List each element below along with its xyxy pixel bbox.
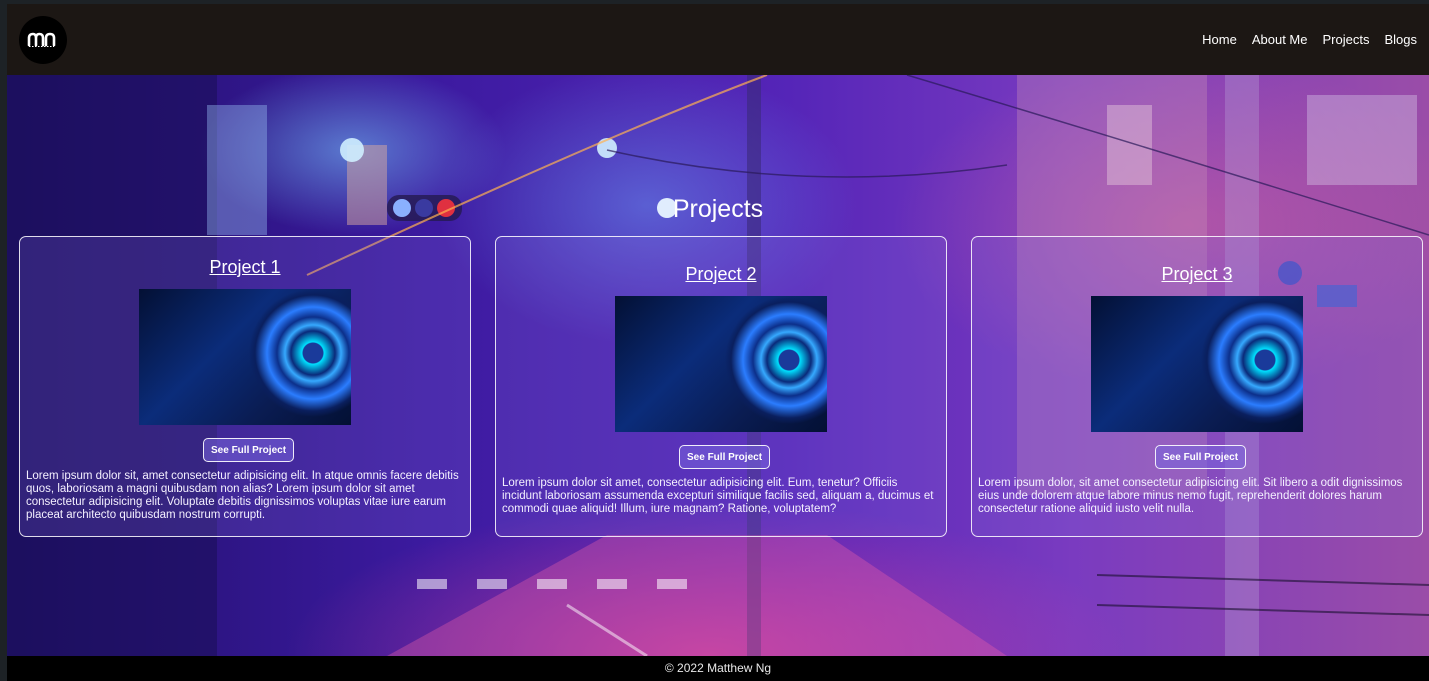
nav-links: Home About Me Projects Blogs (1202, 32, 1417, 47)
project-1-image (139, 289, 351, 425)
project-2-description: Lorem ipsum dolor sit amet, consectetur … (502, 477, 934, 515)
project-1-title-link[interactable]: Project 1 (20, 257, 470, 278)
project-card-3: Project 3 See Full Project Lorem ipsum d… (971, 236, 1423, 537)
project-3-image (1091, 296, 1303, 432)
project-3-title-link[interactable]: Project 3 (972, 264, 1422, 285)
nav-link-projects[interactable]: Projects (1323, 32, 1370, 47)
project-2-title-link[interactable]: Project 2 (496, 264, 946, 285)
project-card-1: Project 1 See Full Project Lorem ipsum d… (19, 236, 471, 537)
page-frame: Home About Me Projects Blogs Projects Pr… (7, 4, 1429, 681)
project-1-description: Lorem ipsum dolor sit, amet consectetur … (26, 470, 459, 521)
navbar: Home About Me Projects Blogs (7, 4, 1429, 75)
project-1-see-full-button[interactable]: See Full Project (203, 438, 295, 462)
project-card-2: Project 2 See Full Project Lorem ipsum d… (495, 236, 947, 537)
project-2-image (615, 296, 827, 432)
projects-hero: Projects Project 1 See Full Project Lore… (7, 75, 1429, 656)
project-3-see-full-button[interactable]: See Full Project (1155, 445, 1247, 469)
nav-link-home[interactable]: Home (1202, 32, 1237, 47)
nav-link-blogs[interactable]: Blogs (1384, 32, 1417, 47)
project-2-see-full-button[interactable]: See Full Project (679, 445, 771, 469)
footer-copyright: © 2022 Matthew Ng (7, 656, 1429, 681)
nav-link-about-me[interactable]: About Me (1252, 32, 1308, 47)
projects-section-title: Projects (672, 195, 764, 223)
logo-mn-icon (27, 32, 56, 47)
site-logo[interactable] (19, 16, 67, 64)
project-3-description: Lorem ipsum dolor, sit amet consectetur … (978, 477, 1403, 515)
